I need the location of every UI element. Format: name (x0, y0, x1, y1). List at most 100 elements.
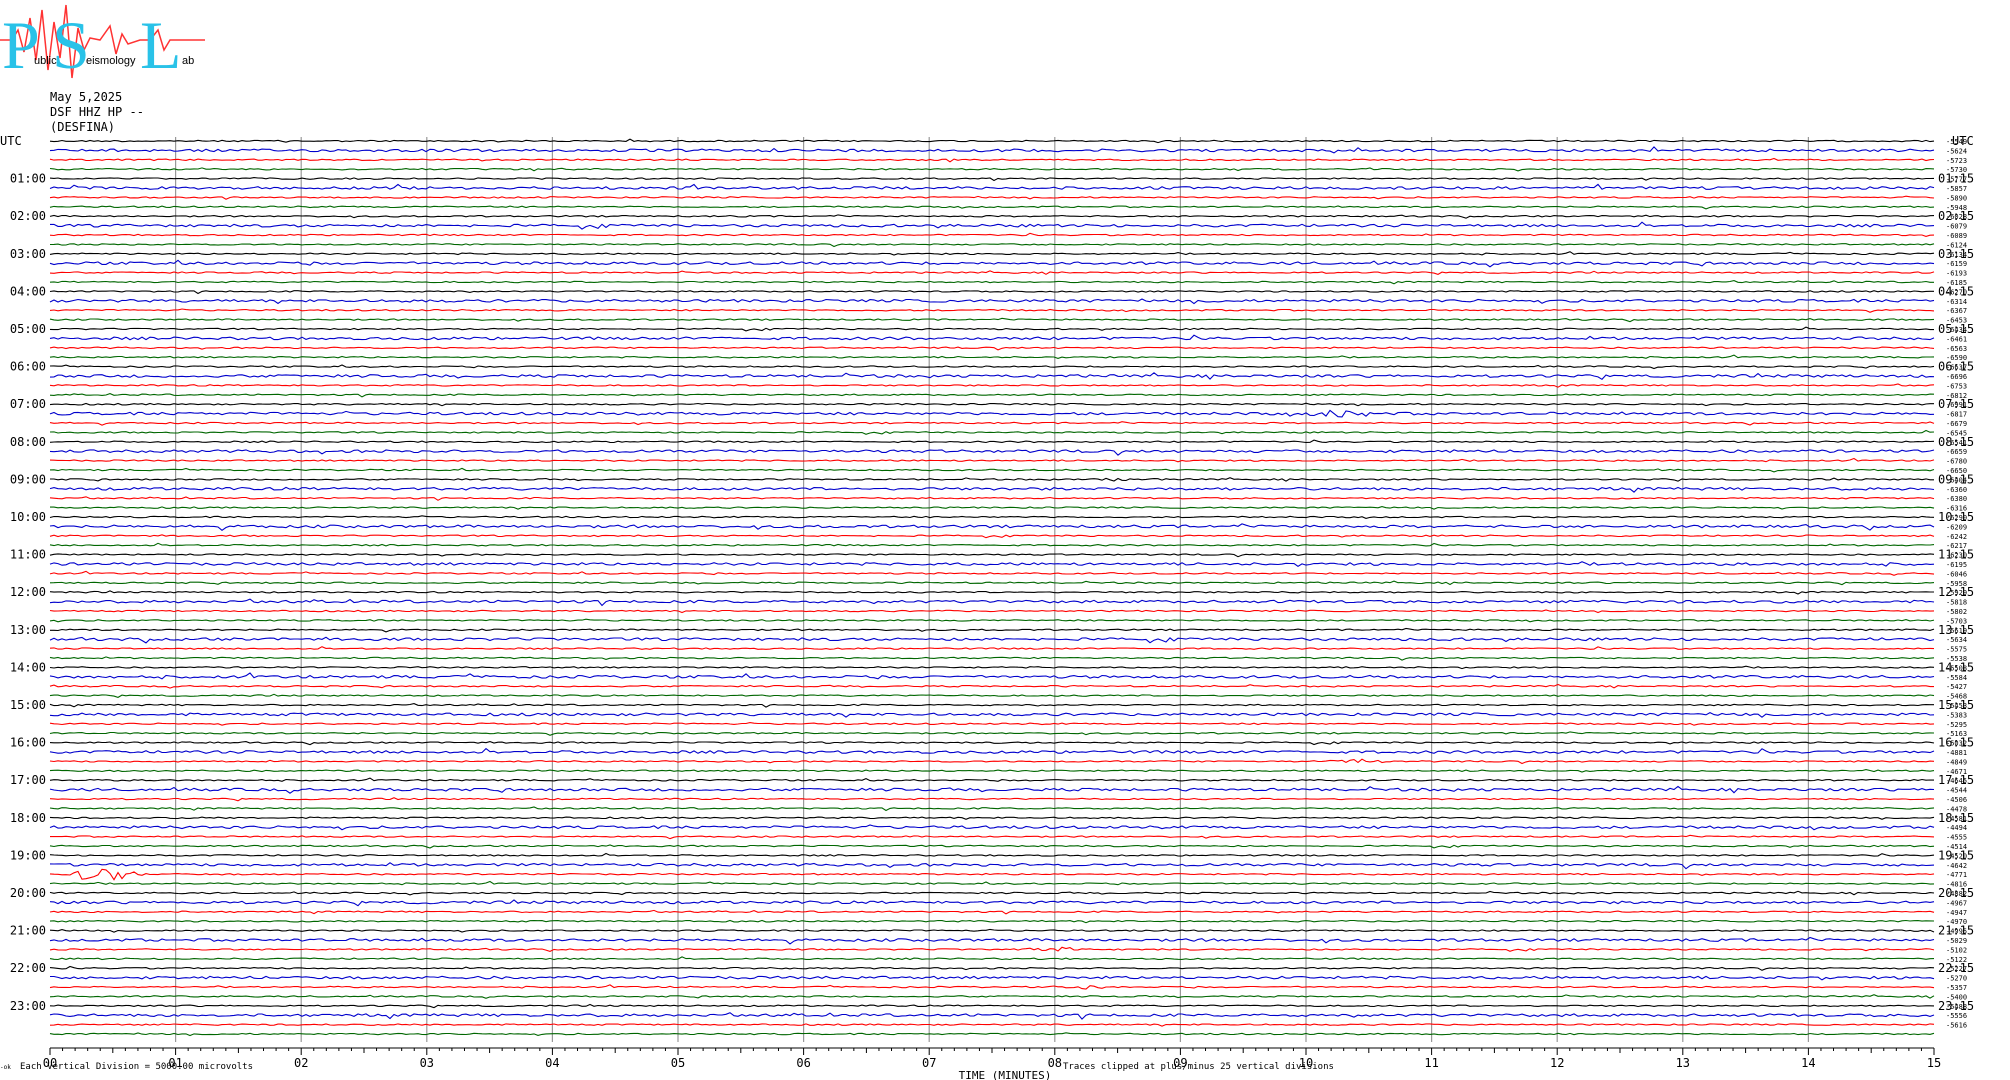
seismic-trace (49, 834, 1935, 840)
seismic-trace (49, 618, 1935, 623)
seismic-trace (49, 880, 1935, 886)
seismic-trace (49, 251, 1935, 256)
trace-offset-label: -5102 (1946, 946, 1967, 954)
seismic-trace (49, 334, 1935, 341)
x-tick-label: 13 (1676, 1056, 1690, 1070)
right-hour-label: 08:15 (1938, 435, 1974, 449)
seismic-trace (49, 383, 1935, 388)
trace-offset-label: -6367 (1946, 307, 1967, 315)
right-hour-label: 02:15 (1938, 209, 1974, 223)
seismic-trace (49, 280, 1934, 285)
seismic-trace (49, 317, 1935, 323)
trace-offset-label: -6242 (1946, 533, 1967, 541)
seismic-trace (50, 221, 1935, 230)
trace-offset-label: -6209 (1946, 523, 1967, 531)
seismic-trace (49, 1012, 1935, 1020)
trace-offset-label: -4544 (1946, 787, 1967, 795)
seismic-trace (49, 703, 1934, 708)
seismic-trace (49, 308, 1935, 313)
right-hour-label: 05:15 (1938, 322, 1974, 336)
seismic-trace (49, 899, 1935, 907)
left-hour-label: 14:00 (10, 660, 46, 674)
x-tick-label: 14 (1801, 1056, 1815, 1070)
right-hour-label: 22:15 (1938, 961, 1974, 975)
seismic-trace (49, 844, 1935, 849)
x-tick-label: 02 (294, 1056, 308, 1070)
trace-offset-label: -6461 (1946, 335, 1967, 343)
seismic-trace (49, 806, 1935, 812)
trace-offset-label: -4849 (1946, 758, 1967, 766)
trace-offset-label: -6563 (1946, 345, 1967, 353)
seismic-trace (49, 553, 1935, 558)
seismic-trace (49, 665, 1935, 670)
seismic-trace (49, 909, 1935, 915)
left-hour-label: 17:00 (10, 773, 46, 787)
left-hour-label: 04:00 (10, 284, 46, 298)
seismic-trace (49, 195, 1935, 200)
left-hour-label: 08:00 (10, 435, 46, 449)
seismic-trace (49, 205, 1935, 210)
x-tick-label: 12 (1550, 1056, 1564, 1070)
trace-offset-label: -5818 (1946, 599, 1967, 607)
left-hour-label: 19:00 (10, 848, 46, 862)
x-tick-label: 08 (1048, 1056, 1062, 1070)
trace-offset-label: -6679 (1946, 420, 1967, 428)
scale-note: Each Vertical Division = 5000.00 microvo… (20, 1062, 253, 1072)
right-hour-label: 14:15 (1938, 660, 1974, 674)
trace-offset-label: -4771 (1946, 871, 1967, 879)
trace-offset-label: -6193 (1946, 270, 1967, 278)
left-hour-label: 18:00 (10, 811, 46, 825)
seismic-trace (49, 232, 1935, 237)
right-hour-label: 19:15 (1938, 848, 1974, 862)
seismic-trace (49, 769, 1935, 773)
seismic-trace (49, 984, 1935, 990)
seismic-trace (49, 439, 1935, 444)
right-hour-label: 15:15 (1938, 698, 1974, 712)
trace-offset-label: -6753 (1946, 382, 1967, 390)
seismic-trace (49, 862, 1935, 870)
trace-offset-label: -6089 (1946, 232, 1967, 240)
trace-offset-label: -5029 (1946, 937, 1967, 945)
seismic-trace (49, 731, 1935, 736)
trace-offset-label: -4967 (1946, 899, 1967, 907)
seismic-trace (49, 785, 1935, 794)
seismic-trace (49, 722, 1935, 726)
right-hour-label: 10:15 (1938, 510, 1974, 524)
right-hour-label: 09:15 (1938, 472, 1974, 486)
right-hour-label: 04:15 (1938, 284, 1974, 298)
seismic-trace (49, 354, 1935, 359)
left-hour-label: 05:00 (10, 322, 46, 336)
seismic-trace (49, 515, 1935, 519)
seismic-trace (49, 421, 1935, 426)
right-hour-label: 21:15 (1938, 924, 1974, 938)
seismic-trace (49, 741, 1935, 746)
seismic-trace (49, 946, 1935, 952)
seismic-trace (50, 506, 1935, 510)
left-hour-label: 07:00 (10, 397, 46, 411)
seismic-trace (49, 290, 1934, 295)
trace-offset-label: -6817 (1946, 411, 1967, 419)
seismic-trace (49, 214, 1935, 219)
trace-offset-label: -4947 (1946, 909, 1967, 917)
seismic-trace (49, 580, 1935, 586)
left-hour-label: 21:00 (10, 924, 46, 938)
left-hour-label: 01:00 (10, 172, 46, 186)
seismic-trace (49, 758, 1935, 765)
seismic-trace (49, 183, 1935, 190)
x-tick-label: 04 (545, 1056, 559, 1070)
helicorder-plot: -5549-5624-5723-5730-5777-5857-5890-5948… (0, 134, 1974, 1080)
left-hour-label: 06:00 (10, 360, 46, 374)
trace-offset-label: -5802 (1946, 608, 1967, 616)
left-hour-label: 23:00 (10, 999, 46, 1013)
seismic-trace (49, 672, 1935, 680)
trace-offset-label: -5584 (1946, 674, 1967, 682)
right-hour-label: 16:15 (1938, 736, 1974, 750)
x-tick-label: 06 (796, 1056, 810, 1070)
left-hour-label: 13:00 (10, 623, 46, 637)
right-hour-label: 12:15 (1938, 585, 1974, 599)
left-hour-label: 12:00 (10, 585, 46, 599)
trace-offset-label: -5616 (1946, 1022, 1967, 1030)
right-hour-label: 18:15 (1938, 811, 1974, 825)
trace-offset-label: -5427 (1946, 683, 1967, 691)
trace-offset-label: -6046 (1946, 570, 1967, 578)
